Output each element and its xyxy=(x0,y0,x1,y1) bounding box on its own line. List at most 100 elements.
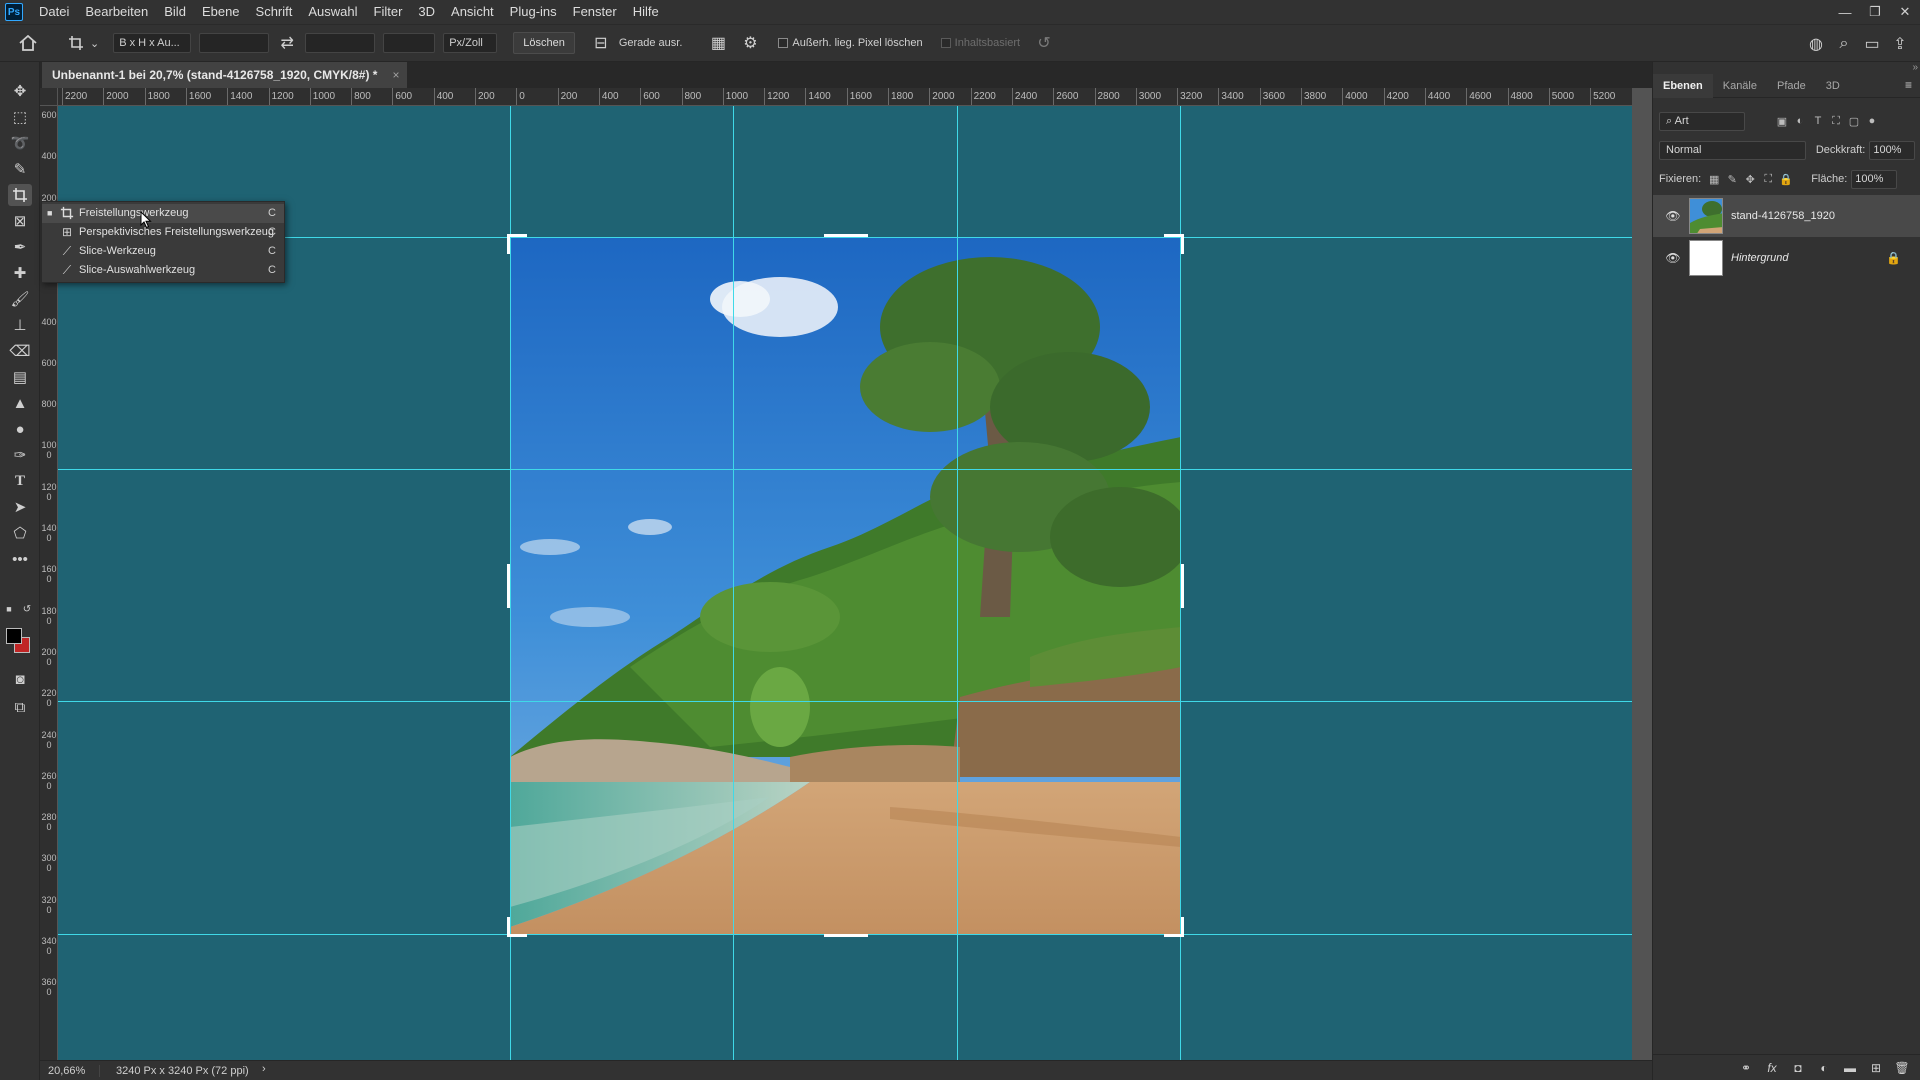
settings-gear-icon[interactable]: ⚙ xyxy=(736,29,764,57)
layer-style-fx-icon[interactable]: fx xyxy=(1759,1061,1785,1075)
fill-input[interactable]: 100% xyxy=(1851,169,1898,189)
blur-tool-icon[interactable]: ▲ xyxy=(8,392,32,414)
move-tool-icon[interactable]: ✥ xyxy=(8,80,32,102)
beach-photo-layer[interactable] xyxy=(510,237,1181,934)
delete-pixels-checkbox[interactable] xyxy=(778,38,789,49)
crop-handle-top-left-v[interactable] xyxy=(507,234,510,254)
menu-filter[interactable]: Filter xyxy=(366,0,411,24)
content-aware-checkbox[interactable] xyxy=(940,38,951,49)
restore-icon[interactable]: ❐ xyxy=(1860,0,1890,24)
menu-auswahl[interactable]: Auswahl xyxy=(300,0,365,24)
guide-horizontal-3[interactable] xyxy=(58,701,1632,702)
tab-ebenen[interactable]: Ebenen xyxy=(1653,74,1713,98)
crop-handle-top-right-v[interactable] xyxy=(1181,234,1184,254)
chevron-down-icon[interactable]: ⌄ xyxy=(90,37,99,50)
home-icon[interactable] xyxy=(14,29,42,57)
flyout-item-crop-tool[interactable]: ■ Freistellungswerkzeug C xyxy=(42,204,284,223)
crop-handle-bottom-right-v[interactable] xyxy=(1181,917,1184,937)
layer-name[interactable]: stand-4126758_1920 xyxy=(1731,210,1835,222)
horizontal-ruler[interactable]: 2200 2000 1800 1600 1400 1200 1000 800 600 400 200… xyxy=(58,88,1632,106)
tab-3d[interactable]: 3D xyxy=(1816,74,1850,98)
path-select-tool-icon[interactable]: ➤ xyxy=(8,496,32,518)
more-tools-icon[interactable]: ••• xyxy=(8,548,32,570)
filter-toggle-icon[interactable]: ● xyxy=(1863,112,1881,130)
menu-bild[interactable]: Bild xyxy=(156,0,194,24)
panel-menu-icon[interactable]: ≡ xyxy=(1905,78,1912,92)
gradient-tool-icon[interactable]: ▤ xyxy=(8,366,32,388)
menu-plugins[interactable]: Plug-ins xyxy=(502,0,565,24)
document-tab[interactable]: Unbenannt-1 bei 20,7% (stand-4126758_192… xyxy=(42,62,408,88)
lock-artboard-icon[interactable]: ⛶ xyxy=(1759,170,1777,188)
type-tool-icon[interactable]: T xyxy=(8,470,32,492)
crop-tool-preset-icon[interactable] xyxy=(62,29,90,57)
close-icon[interactable]: ✕ xyxy=(1890,0,1920,24)
eyedropper-tool-icon[interactable]: ✒ xyxy=(8,236,32,258)
new-group-icon[interactable]: ▬ xyxy=(1837,1061,1863,1075)
default-colors-icon[interactable]: ■ xyxy=(2,602,16,616)
menu-datei[interactable]: Datei xyxy=(31,0,77,24)
straighten-label[interactable]: Gerade ausr. xyxy=(619,37,683,49)
flyout-item-slice-select-tool[interactable]: ⟋ Slice-Auswahlwerkzeug C xyxy=(42,261,284,280)
adjustment-layer-icon[interactable]: ◐ xyxy=(1811,1061,1837,1075)
share-user-icon[interactable]: ◍ xyxy=(1802,30,1830,58)
clone-stamp-tool-icon[interactable]: ⊥ xyxy=(8,314,32,336)
ratio-select[interactable]: B x H x Au... xyxy=(113,33,192,53)
swap-colors-icon[interactable]: ↺ xyxy=(20,602,34,616)
search-icon[interactable]: ⌕ xyxy=(1830,30,1858,58)
crop-handle-top-left[interactable] xyxy=(507,234,527,237)
grid-overlay-icon[interactable]: ▦ xyxy=(704,29,732,57)
content-aware-option[interactable]: Inhaltsbasiert xyxy=(940,37,1020,49)
guide-vertical-3[interactable] xyxy=(957,106,958,1060)
zoom-level[interactable]: 20,66% xyxy=(40,1064,100,1077)
quick-mask-icon[interactable]: ◙ xyxy=(8,668,32,690)
menu-hilfe[interactable]: Hilfe xyxy=(625,0,667,24)
pen-tool-icon[interactable]: ✑ xyxy=(8,444,32,466)
visibility-eye-icon[interactable]: 👁 xyxy=(1661,251,1685,265)
lock-all-icon[interactable]: 🔒 xyxy=(1777,170,1795,188)
delete-pixels-option[interactable]: Außerh. lieg. Pixel löschen xyxy=(778,37,923,49)
marquee-tool-icon[interactable]: ⬚ xyxy=(8,106,32,128)
guide-vertical-2[interactable] xyxy=(733,106,734,1060)
menu-ansicht[interactable]: Ansicht xyxy=(443,0,502,24)
filter-adjustment-icon[interactable]: ◐ xyxy=(1791,112,1809,130)
panel-collapse-icon[interactable]: » xyxy=(1912,62,1918,73)
unit-select[interactable]: Px/Zoll xyxy=(443,33,498,53)
dodge-tool-icon[interactable]: ● xyxy=(8,418,32,440)
filter-pixel-icon[interactable]: ▣ xyxy=(1773,112,1791,130)
status-menu-arrow-icon[interactable]: › xyxy=(262,1063,266,1075)
menu-bearbeiten[interactable]: Bearbeiten xyxy=(77,0,156,24)
reset-icon[interactable]: ↺ xyxy=(1030,29,1058,57)
link-layers-icon[interactable]: ⚭ xyxy=(1733,1061,1759,1075)
lock-position-icon[interactable]: ✥ xyxy=(1741,170,1759,188)
menu-3d[interactable]: 3D xyxy=(410,0,443,24)
export-icon[interactable]: ⇪ xyxy=(1886,30,1914,58)
swap-icon[interactable]: ⇄ xyxy=(273,29,301,57)
clear-button[interactable]: Löschen xyxy=(513,32,575,54)
filter-shape-icon[interactable]: ⛶ xyxy=(1827,112,1845,130)
lock-pixels-icon[interactable]: ✎ xyxy=(1723,170,1741,188)
crop-handle-bottom-middle[interactable] xyxy=(824,934,868,937)
layer-row-background[interactable]: 👁 Hintergrund 🔒 xyxy=(1653,237,1920,279)
crop-handle-top-middle[interactable] xyxy=(824,234,868,237)
crop-tool-icon[interactable] xyxy=(8,184,32,206)
shape-tool-icon[interactable]: ⬠ xyxy=(8,522,32,544)
layer-filter-select[interactable]: ⌕ Art xyxy=(1659,111,1745,131)
resolution-input[interactable] xyxy=(383,33,436,53)
flyout-item-perspective-crop-tool[interactable]: ⊞ Perspektivisches Freistellungswerkzeug… xyxy=(42,223,284,242)
straighten-icon[interactable]: ⊟ xyxy=(587,29,615,57)
layer-name[interactable]: Hintergrund xyxy=(1731,252,1788,264)
tab-pfade[interactable]: Pfade xyxy=(1767,74,1816,98)
tab-kanaele[interactable]: Kanäle xyxy=(1713,74,1767,98)
ruler-origin[interactable] xyxy=(40,88,58,106)
crop-handle-bottom-left-v[interactable] xyxy=(507,917,510,937)
eraser-tool-icon[interactable]: ⌫ xyxy=(8,340,32,362)
screen-mode-icon[interactable]: ⧉ xyxy=(8,696,32,718)
crop-handle-bottom-left[interactable] xyxy=(507,934,527,937)
guide-horizontal-1[interactable] xyxy=(58,237,1632,238)
brush-tool-icon[interactable]: 🖌 xyxy=(8,288,32,310)
filter-smart-object-icon[interactable]: ▢ xyxy=(1845,112,1863,130)
lasso-tool-icon[interactable]: ➰ xyxy=(8,132,32,154)
height-input[interactable] xyxy=(305,33,376,53)
minimize-icon[interactable]: — xyxy=(1830,0,1860,24)
menu-schrift[interactable]: Schrift xyxy=(248,0,301,24)
